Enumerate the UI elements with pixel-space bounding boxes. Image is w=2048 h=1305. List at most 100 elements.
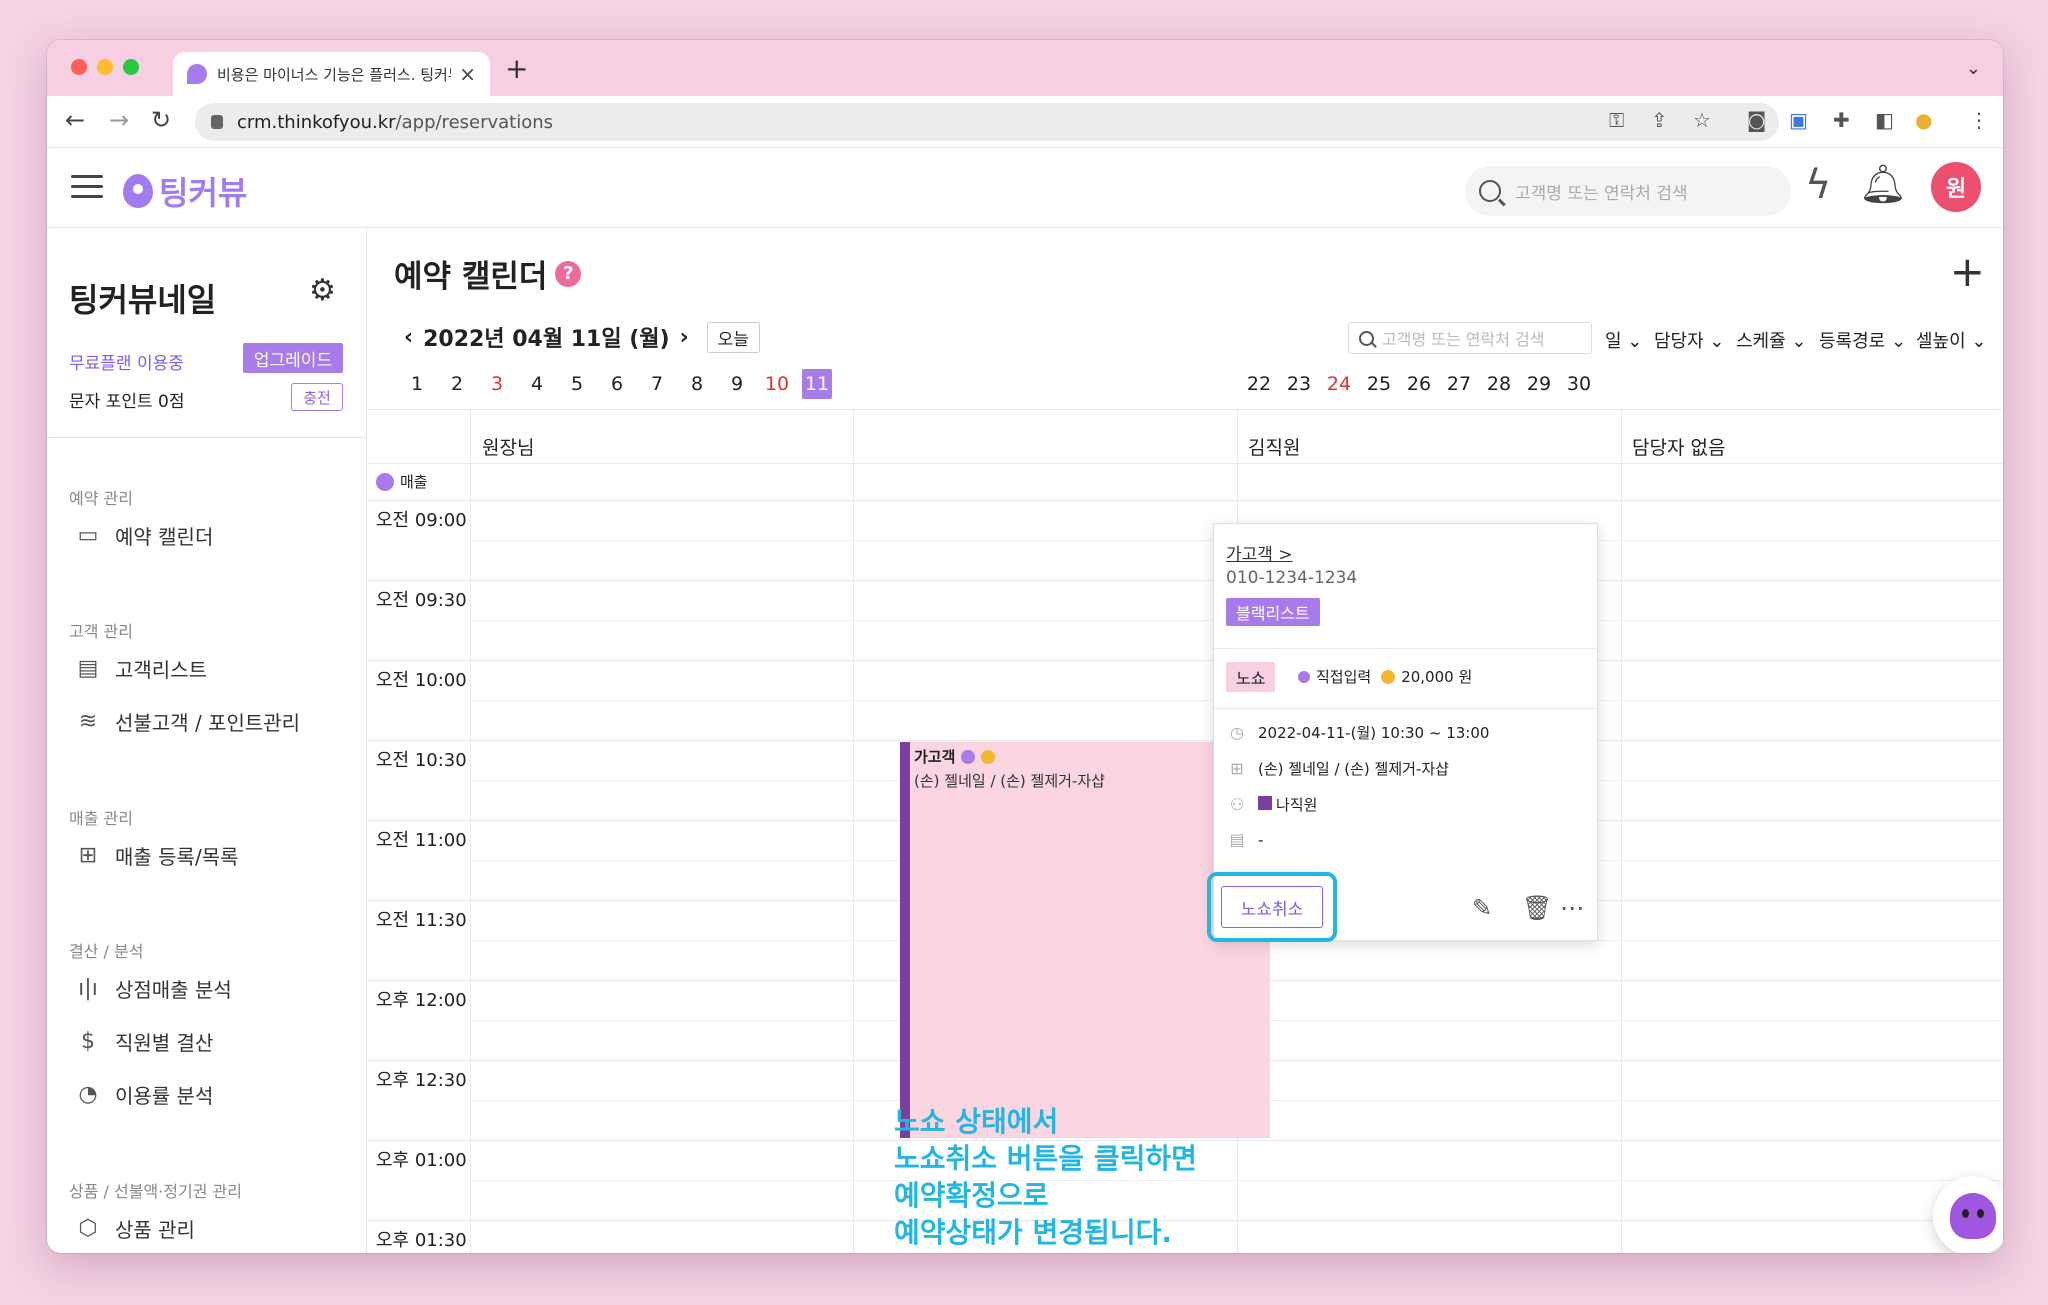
- cell-height-select[interactable]: 셀높이 ⌄: [1916, 327, 1987, 353]
- section-products: 상품 / 선불액·정기권 관리: [69, 1182, 242, 1201]
- view-select[interactable]: 일 ⌄: [1605, 327, 1642, 353]
- extensions-icon[interactable]: ✚: [1833, 108, 1850, 132]
- maximize-window-icon[interactable]: [123, 59, 139, 75]
- day-1[interactable]: 1: [402, 369, 432, 399]
- popup-meta: 직접입력 20,000 원: [1298, 666, 1472, 687]
- sidebar-item-usage[interactable]: ◔ 이용률 분석: [75, 1080, 213, 1109]
- browser-tab[interactable]: 비용은 마이너스 기능은 플러스. 팅커뷰 ×: [173, 52, 490, 96]
- translate-icon[interactable]: ▣: [1789, 108, 1808, 132]
- help-icon[interactable]: ?: [555, 260, 582, 287]
- time-row-line: [368, 740, 2003, 741]
- day-9[interactable]: 9: [722, 369, 752, 399]
- cancel-noshow-button[interactable]: 노쇼취소: [1221, 886, 1323, 928]
- day-7[interactable]: 7: [642, 369, 672, 399]
- sidebar-item-shop-sales[interactable]: ı|ı 상점매출 분석: [75, 974, 232, 1003]
- popup-phone: 010-1234-1234: [1226, 568, 1358, 588]
- favicon-icon: [187, 64, 207, 84]
- coin-icon: [1381, 669, 1396, 684]
- document-icon: ▤: [77, 656, 99, 681]
- popup-services-row: ⊞ (손) 젤네일 / (손) 젤제거-자샵: [1228, 758, 1449, 779]
- reload-icon[interactable]: ↻: [151, 106, 171, 134]
- time-label: 오전 09:00: [376, 510, 467, 531]
- header-search-input[interactable]: 고객명 또는 연락처 검색: [1465, 166, 1791, 216]
- sidebar-item-label: 고객리스트: [115, 658, 207, 682]
- grid-divider: [470, 409, 471, 1253]
- day-22[interactable]: 22: [1244, 369, 1274, 399]
- staff-select-label: 담당자: [1654, 331, 1704, 352]
- bell-icon[interactable]: 🔔︎: [1859, 162, 1907, 207]
- tab-list-chevron-icon[interactable]: ⌄: [1966, 58, 1981, 79]
- popup-customer-link[interactable]: 가고객 >: [1226, 540, 1293, 565]
- today-button[interactable]: 오늘: [706, 321, 760, 353]
- sidebar-item-products[interactable]: ⬡ 상품 관리: [75, 1214, 195, 1243]
- day-28[interactable]: 28: [1484, 369, 1514, 399]
- current-date[interactable]: 2022년 04월 11일 (월): [423, 321, 670, 353]
- day-29[interactable]: 29: [1524, 369, 1554, 399]
- schedule-select-label: 스케쥴: [1736, 331, 1786, 352]
- day-5[interactable]: 5: [562, 369, 592, 399]
- calendar-search-input[interactable]: 고객명 또는 연락처 검색: [1348, 322, 1592, 354]
- popup-services: (손) 젤네일 / (손) 젤제거-자샵: [1258, 760, 1449, 778]
- logo[interactable]: 팅커뷰: [123, 168, 247, 214]
- forward-icon[interactable]: →: [109, 106, 129, 134]
- calendar-grid: 원장님 김직원 담당자 없음 매출 가고객 (손) 젤네일 / (손) 젤제거-…: [368, 409, 2003, 1253]
- day-3[interactable]: 3: [482, 369, 512, 399]
- lightning-icon[interactable]: ϟ: [1805, 162, 1831, 208]
- menu-dots-icon[interactable]: ⋮: [1969, 108, 1989, 132]
- sidepanel-icon[interactable]: ◧: [1875, 108, 1894, 132]
- profile-icon[interactable]: ●: [1915, 108, 1932, 132]
- star-icon[interactable]: ☆: [1693, 108, 1711, 132]
- day-10[interactable]: 10: [762, 369, 792, 399]
- charge-button[interactable]: 충전: [291, 383, 343, 411]
- minimize-window-icon[interactable]: [97, 59, 113, 75]
- day-2[interactable]: 2: [442, 369, 472, 399]
- next-date-icon[interactable]: ›: [680, 325, 689, 350]
- day-11[interactable]: 11: [802, 369, 832, 399]
- gear-icon[interactable]: ⚙: [309, 273, 336, 308]
- sidebar-item-customer-list[interactable]: ▤ 고객리스트: [75, 654, 207, 683]
- hamburger-menu-icon[interactable]: [71, 175, 103, 199]
- key-icon[interactable]: ⚿: [1609, 108, 1624, 132]
- main-content: 예약 캘린더 ? + ‹ 2022년 04월 11일 (월) › 오늘 1234…: [368, 229, 2003, 1253]
- schedule-select[interactable]: 스케쥴 ⌄: [1736, 327, 1807, 353]
- sidebar-item-calendar[interactable]: ▭ 예약 캘린더: [75, 521, 214, 550]
- url-field[interactable]: crm.thinkofyou.kr/app/reservations: [195, 103, 1779, 141]
- add-reservation-button[interactable]: +: [1950, 247, 1985, 296]
- sidebar-item-staff-settlement[interactable]: $ 직원별 결산: [75, 1027, 213, 1056]
- edit-icon[interactable]: ✎: [1472, 894, 1492, 922]
- back-icon[interactable]: ←: [65, 106, 85, 134]
- camera-icon[interactable]: ◙: [1747, 108, 1766, 132]
- database-icon: ≋: [78, 709, 98, 734]
- popup-staff: 나직원: [1276, 796, 1318, 814]
- day-4[interactable]: 4: [522, 369, 552, 399]
- day-6[interactable]: 6: [602, 369, 632, 399]
- source-select[interactable]: 등록경로 ⌄: [1819, 327, 1906, 353]
- day-30[interactable]: 30: [1564, 369, 1594, 399]
- lock-icon: [211, 115, 223, 129]
- sidebar-divider: [47, 437, 366, 438]
- sales-row-label: 매출: [376, 471, 428, 492]
- share-icon[interactable]: ⇪: [1651, 108, 1668, 132]
- avatar[interactable]: 원: [1931, 162, 1981, 212]
- sidebar-item-sales-list[interactable]: ⊞ 매출 등록/목록: [75, 841, 239, 870]
- prev-date-icon[interactable]: ‹: [404, 325, 413, 350]
- day-26[interactable]: 26: [1404, 369, 1434, 399]
- trash-icon[interactable]: 🗑︎: [1522, 894, 1552, 922]
- event-services: (손) 젤네일 / (손) 젤제거-자샵: [914, 772, 1105, 790]
- more-icon[interactable]: ⋯: [1560, 894, 1584, 922]
- close-window-icon[interactable]: [71, 59, 87, 75]
- day-25[interactable]: 25: [1364, 369, 1394, 399]
- staff-select[interactable]: 담당자 ⌄: [1654, 327, 1725, 353]
- search-icon: [1359, 330, 1374, 346]
- day-27[interactable]: 27: [1444, 369, 1474, 399]
- new-tab-icon[interactable]: +: [505, 52, 528, 85]
- event-customer: 가고객: [914, 748, 956, 766]
- day-23[interactable]: 23: [1284, 369, 1314, 399]
- chat-button[interactable]: [1933, 1176, 2003, 1253]
- pie-chart-icon: ◔: [78, 1082, 98, 1107]
- upgrade-button[interactable]: 업그레이드: [243, 343, 343, 373]
- day-8[interactable]: 8: [682, 369, 712, 399]
- sidebar-item-prepaid[interactable]: ≋ 선불고객 / 포인트관리: [75, 707, 300, 736]
- close-tab-icon[interactable]: ×: [459, 62, 476, 86]
- day-24[interactable]: 24: [1324, 369, 1354, 399]
